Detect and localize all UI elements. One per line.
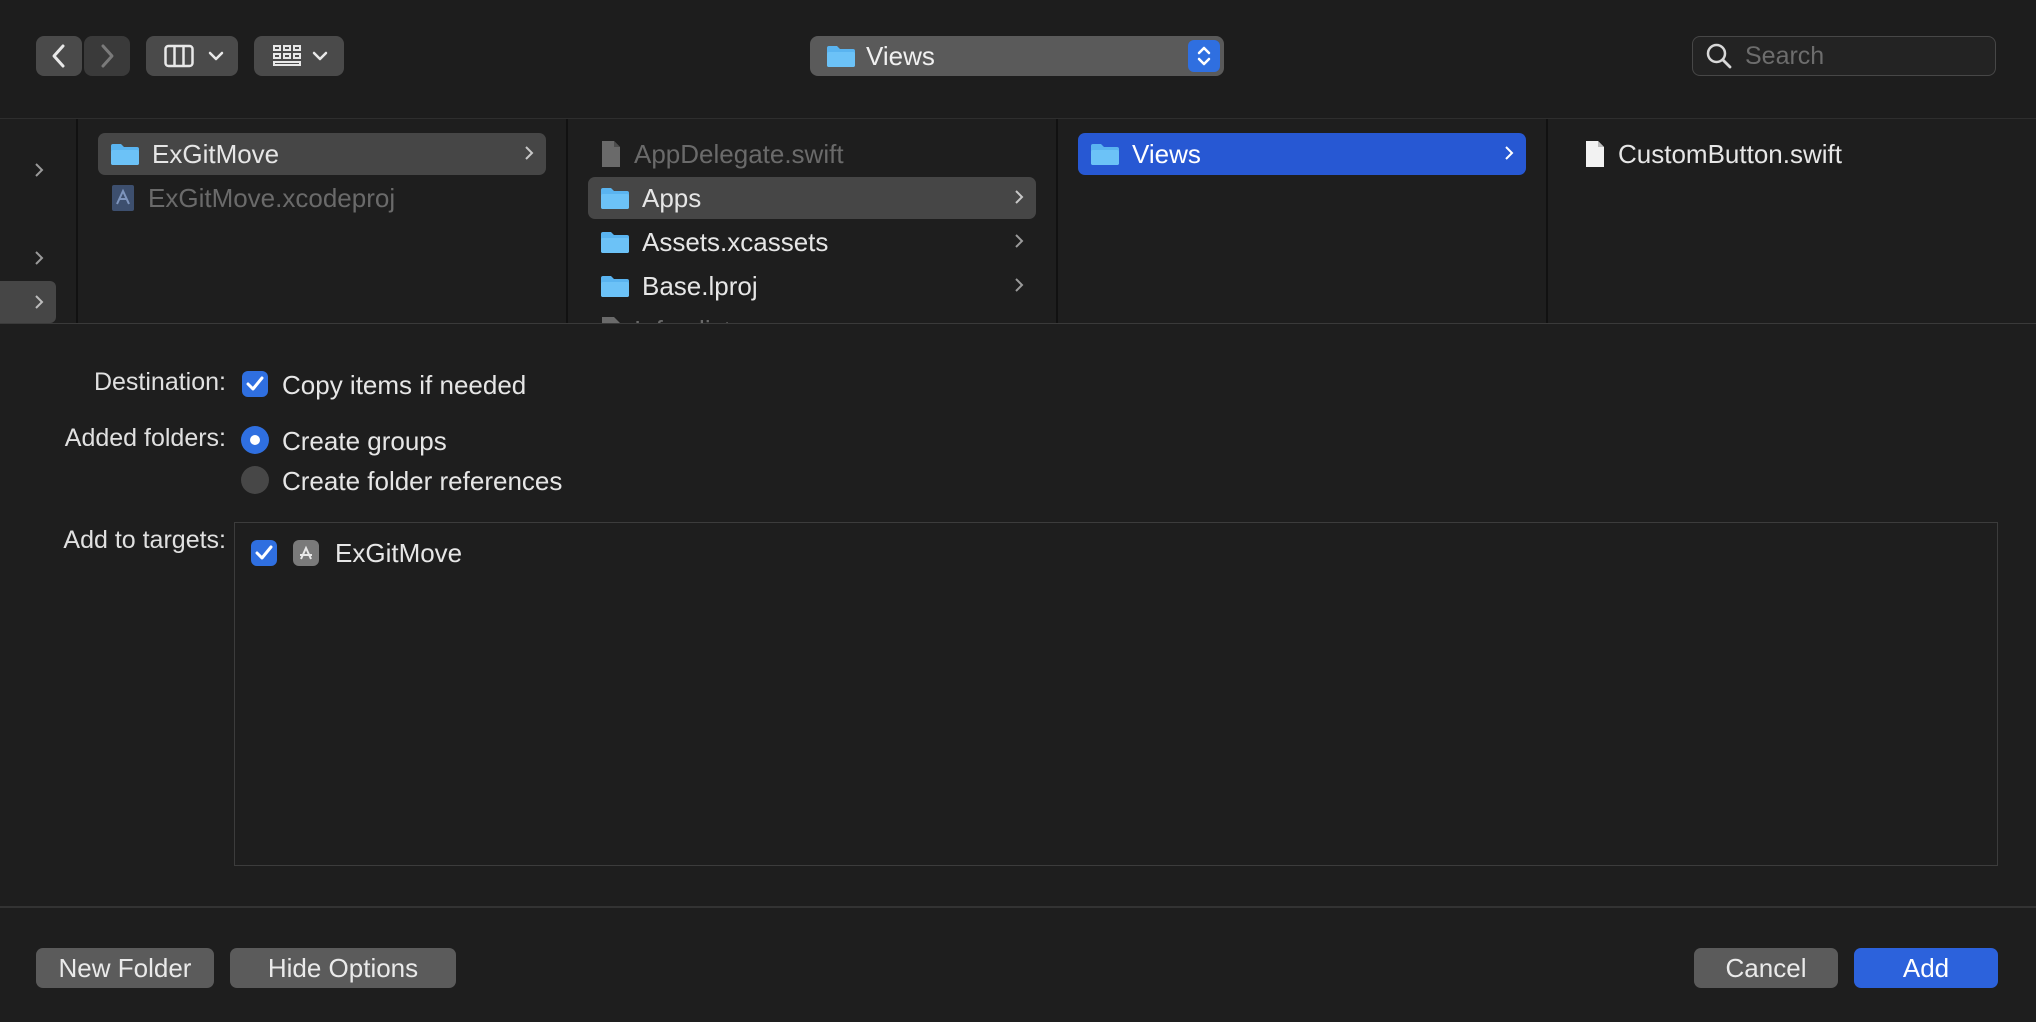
browser-item-label: Assets.xcassets [642, 226, 829, 257]
path-popup[interactable]: Views [810, 36, 1224, 76]
chevron-down-icon [312, 51, 328, 61]
browser-item-assets[interactable]: Assets.xcassets [588, 221, 1036, 263]
target-checkbox[interactable] [251, 540, 277, 566]
folder-icon [601, 232, 629, 253]
footer-divider [0, 906, 2036, 908]
added-folders-label: Added folders: [64, 424, 226, 452]
new-folder-button[interactable]: New Folder [36, 948, 214, 988]
sidebar-disclosure[interactable] [0, 237, 56, 279]
column-divider [566, 119, 568, 323]
column-browser: ExGitMove ExGitMove.xcodeproj AppDelegat… [0, 118, 2036, 324]
browser-item-label: Apps [642, 182, 702, 213]
chevron-right-icon [1505, 146, 1514, 160]
sidebar-disclosure[interactable] [0, 149, 56, 191]
browser-item-custombutton[interactable]: CustomButton.swift [1572, 133, 2012, 175]
column-divider [1546, 119, 1548, 323]
create-folder-refs-label: Create folder references [282, 466, 563, 496]
chevron-right-icon [1015, 278, 1024, 292]
browser-item-label: Views [1132, 138, 1201, 169]
create-groups-label: Create groups [282, 426, 447, 456]
browser-item-info-plist: Info.plist [588, 309, 1036, 324]
copy-items-checkbox[interactable] [242, 371, 268, 397]
target-name: ExGitMove [335, 537, 463, 568]
targets-list: ExGitMove [234, 522, 1998, 866]
folder-icon [827, 46, 855, 67]
folder-icon [601, 188, 629, 209]
chevron-left-icon [52, 44, 65, 68]
browser-item-label: ExGitMove.xcodeproj [148, 182, 396, 213]
grid-view-icon [273, 45, 301, 66]
add-files-dialog: Views ExGitMove [0, 0, 2036, 1022]
browser-item-apps[interactable]: Apps [588, 177, 1036, 219]
destination-label: Destination: [93, 368, 226, 396]
swift-file-icon [1586, 141, 1604, 167]
browser-item-exgitmove[interactable]: ExGitMove [98, 133, 546, 175]
search-field[interactable] [1692, 36, 1996, 76]
browser-item-label: Info.plist [634, 315, 731, 324]
toolbar: Views [0, 0, 2036, 118]
browser-item-views[interactable]: Views [1078, 133, 1526, 175]
targets-label: Add to targets: [63, 526, 226, 554]
forward-button[interactable] [84, 36, 130, 76]
chevron-right-icon [101, 44, 114, 68]
chevron-down-icon [208, 51, 224, 61]
checkmark-icon [255, 545, 273, 560]
create-groups-radio[interactable] [241, 426, 269, 454]
browser-item-base-lproj[interactable]: Base.lproj [588, 265, 1036, 307]
column-divider [76, 119, 78, 323]
file-icon [602, 317, 620, 323]
search-icon [1706, 43, 1732, 69]
group-button[interactable] [254, 36, 344, 76]
chevron-right-icon [525, 146, 534, 160]
browser-item-label: ExGitMove [152, 138, 280, 169]
browser-item-appdelegate: AppDelegate.swift [588, 133, 1036, 175]
copy-items-label: Copy items if needed [282, 370, 527, 400]
swift-file-icon [602, 141, 620, 167]
sidebar-disclosure[interactable] [0, 281, 56, 323]
xcodeproj-icon [112, 185, 134, 211]
back-button[interactable] [36, 36, 82, 76]
browser-item-label: AppDelegate.swift [634, 138, 844, 169]
browser-item-xcodeproj: ExGitMove.xcodeproj [98, 177, 546, 219]
column-divider [1056, 119, 1058, 323]
chevron-right-icon [35, 251, 44, 265]
column-view-icon [164, 44, 194, 68]
browser-item-label: CustomButton.swift [1618, 138, 1842, 169]
chevron-right-icon [1015, 190, 1024, 204]
folder-icon [1091, 144, 1119, 165]
folder-icon [111, 144, 139, 165]
chevron-right-icon [35, 295, 44, 309]
folder-icon [601, 276, 629, 297]
hide-options-button[interactable]: Hide Options [230, 948, 456, 988]
view-mode-button[interactable] [146, 36, 238, 76]
search-input[interactable] [1745, 41, 1965, 71]
app-target-icon [293, 540, 319, 566]
target-row: ExGitMove [251, 531, 462, 575]
popup-stepper-icon [1188, 40, 1220, 72]
add-button[interactable]: Add [1854, 948, 1998, 988]
chevron-right-icon [1015, 234, 1024, 248]
browser-item-label: Base.lproj [642, 270, 758, 301]
checkmark-icon [246, 376, 264, 391]
create-folder-refs-radio[interactable] [241, 466, 269, 494]
path-popup-label: Views [866, 40, 935, 71]
cancel-button[interactable]: Cancel [1694, 948, 1838, 988]
chevron-right-icon [35, 163, 44, 177]
